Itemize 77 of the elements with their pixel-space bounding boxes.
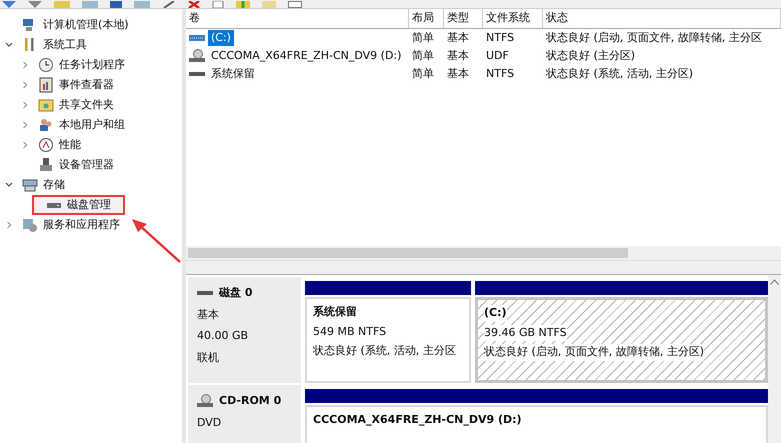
volume-name[interactable]: CCCOMA_X64FRE_ZH-CN_DV9 (D:): [208, 48, 404, 64]
tree-item[interactable]: 磁盘管理: [32, 195, 125, 215]
disk-name: 磁盘 0: [219, 285, 252, 301]
scrollbar-thumb[interactable]: [188, 248, 628, 258]
tree-item[interactable]: 任务计划程序: [32, 55, 131, 75]
pane-splitter[interactable]: [186, 261, 781, 275]
drive-icon: [197, 290, 213, 296]
table-cell-text: 基本: [446, 30, 470, 46]
log-icon: [38, 77, 54, 93]
tree-label: 系统工具: [43, 36, 87, 53]
partition-block[interactable]: CCCOMA_X64FRE_ZH-CN_DV9 (D:): [305, 405, 768, 443]
gauge-icon: [38, 137, 54, 153]
delete-icon[interactable]: [188, 1, 200, 8]
annotation-arrow: [130, 218, 182, 264]
table-cell-text: 基本: [446, 48, 470, 64]
folder-icon: [38, 97, 54, 113]
tree-label: 服务和应用程序: [43, 216, 120, 233]
tree-label: 事件查看器: [59, 76, 114, 93]
table-cell-text: 状态良好 (系统, 活动, 主分区): [545, 66, 694, 82]
disk-detail: 40.00 GB: [197, 328, 250, 344]
table-cell-text: NTFS: [485, 66, 516, 82]
services-icon: [22, 217, 38, 233]
table-cell-text: 基本: [446, 66, 470, 82]
storage-icon: [22, 177, 38, 193]
column-header[interactable]: 布局: [409, 9, 444, 28]
tree-item[interactable]: 服务和应用程序: [16, 215, 126, 235]
users-icon: [38, 117, 54, 133]
tree-item[interactable]: 本地用户和组: [32, 115, 131, 135]
partition-name: CCCOMA_X64FRE_ZH-CN_DV9 (D:): [313, 412, 522, 428]
disk-detail: 联机: [197, 350, 220, 366]
device-icon: [38, 157, 54, 173]
column-header[interactable]: 类型: [444, 9, 483, 28]
disk-detail: 基本: [197, 306, 220, 322]
table-cell-text: NTFS: [485, 30, 516, 46]
volume-name[interactable]: (C:): [208, 30, 234, 46]
tree-item[interactable]: 共享文件夹: [32, 95, 120, 115]
tree-label: 共享文件夹: [59, 96, 114, 113]
window-icon[interactable]: [288, 1, 302, 8]
tree-label: 设备管理器: [59, 156, 114, 173]
drive-icon: [189, 34, 205, 42]
vertical-scrollbar[interactable]: [768, 275, 781, 443]
table-cell-text: 简单: [411, 48, 435, 64]
table-cell-text: 简单: [411, 30, 435, 46]
tree-label: 存储: [43, 176, 65, 193]
clock-icon: [38, 57, 54, 73]
table-cell-text: 状态良好 (主分区): [545, 48, 636, 64]
tree-label: 磁盘管理: [67, 196, 111, 213]
disc-drive-icon: [197, 394, 213, 408]
tree-item[interactable]: 计算机管理(本地): [16, 15, 135, 35]
partition-name: (C:): [484, 305, 507, 322]
partition-block[interactable]: (C:) 39.46 GB NTFS 状态良好 (启动, 页面文件, 故障转储, 主分区): [475, 297, 768, 383]
disk-name: CD-ROM 0: [219, 393, 282, 409]
column-header[interactable]: 文件系统: [483, 9, 543, 28]
table-cell-text: 状态良好 (启动, 页面文件, 故障转储, 主分区: [545, 30, 763, 46]
table-cell-text: UDF: [485, 48, 510, 64]
disc-drive-icon: [189, 49, 205, 63]
partition-size: 39.46 GB NTFS: [484, 324, 567, 341]
tree-item[interactable]: 设备管理器: [32, 155, 120, 175]
back-arrow-icon[interactable]: [2, 1, 16, 8]
forward-arrow-icon[interactable]: [28, 1, 42, 8]
disk-detail: DVD: [197, 414, 222, 430]
column-header[interactable]: 卷: [186, 9, 409, 28]
tree-label: 本地用户和组: [59, 116, 125, 133]
tree-item[interactable]: 事件查看器: [32, 75, 120, 95]
tree-item[interactable]: 存储: [16, 175, 71, 195]
column-header[interactable]: 状态: [543, 9, 781, 28]
tree-label: 任务计划程序: [59, 56, 125, 73]
partition-block[interactable]: 系统保留 549 MB NTFS 状态良好 (系统, 活动, 主分区: [305, 297, 471, 383]
drive-icon: [189, 71, 205, 77]
partition-status: 状态良好 (启动, 页面文件, 故障转储, 主分区): [484, 344, 704, 360]
table-cell-text: 简单: [411, 66, 435, 82]
tree-label: 性能: [59, 136, 81, 153]
tree-label: 计算机管理(本地): [43, 16, 129, 33]
horizontal-scrollbar[interactable]: [186, 246, 781, 260]
tree-item[interactable]: 性能: [32, 135, 87, 155]
volume-name[interactable]: 系统保留: [208, 66, 258, 82]
tree-item[interactable]: 系统工具: [16, 35, 93, 55]
